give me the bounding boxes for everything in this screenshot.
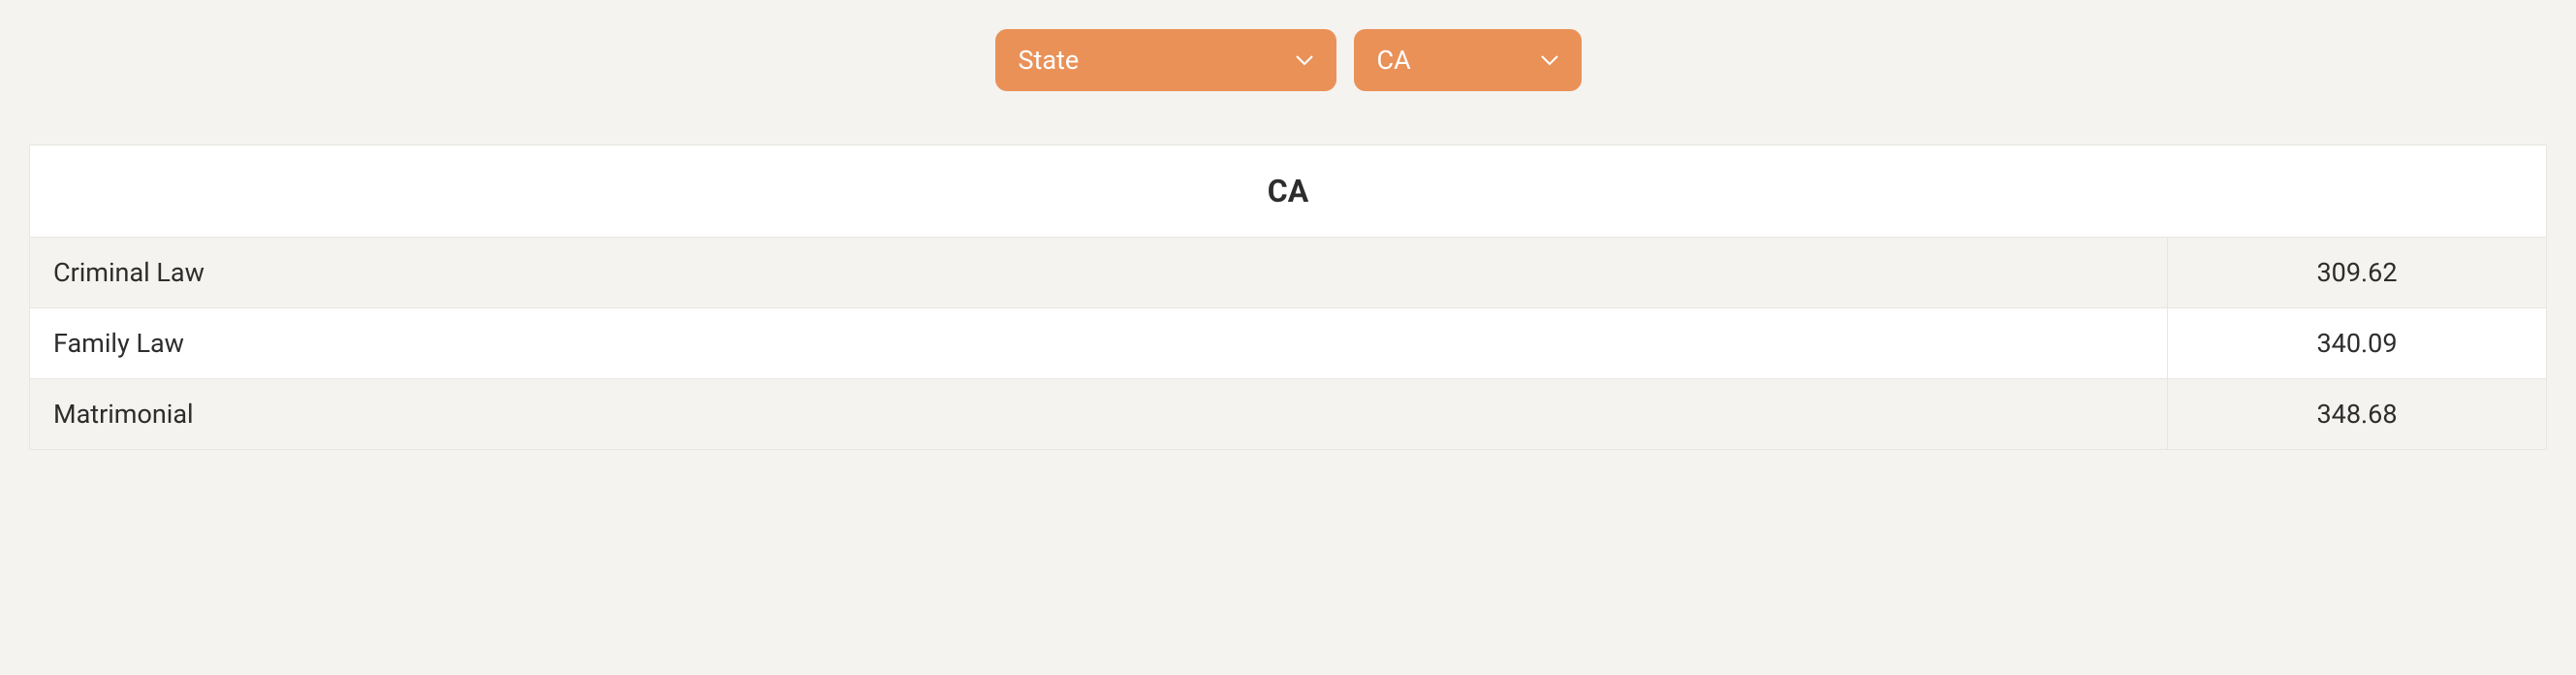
row-label: Family Law bbox=[30, 308, 2168, 378]
row-value: 348.68 bbox=[2168, 379, 2546, 449]
data-table: CA Criminal Law309.62Family Law340.09Mat… bbox=[29, 145, 2547, 450]
value-dropdown-label: CA bbox=[1377, 45, 1411, 76]
category-dropdown-label: State bbox=[1019, 45, 1080, 76]
table-header-row: CA bbox=[29, 145, 2547, 238]
category-dropdown[interactable]: State bbox=[995, 29, 1336, 91]
table-header: CA bbox=[29, 145, 2547, 238]
chevron-down-icon bbox=[1541, 51, 1558, 69]
value-dropdown[interactable]: CA bbox=[1354, 29, 1582, 91]
row-value: 340.09 bbox=[2168, 308, 2546, 378]
table-row: Family Law340.09 bbox=[29, 308, 2547, 379]
table-row: Matrimonial348.68 bbox=[29, 379, 2547, 450]
table-row: Criminal Law309.62 bbox=[29, 238, 2547, 308]
table-body: Criminal Law309.62Family Law340.09Matrim… bbox=[29, 238, 2547, 450]
row-value: 309.62 bbox=[2168, 238, 2546, 307]
row-label: Criminal Law bbox=[30, 238, 2168, 307]
row-label: Matrimonial bbox=[30, 379, 2168, 449]
filters-bar: State CA bbox=[29, 29, 2547, 91]
chevron-down-icon bbox=[1296, 51, 1313, 69]
